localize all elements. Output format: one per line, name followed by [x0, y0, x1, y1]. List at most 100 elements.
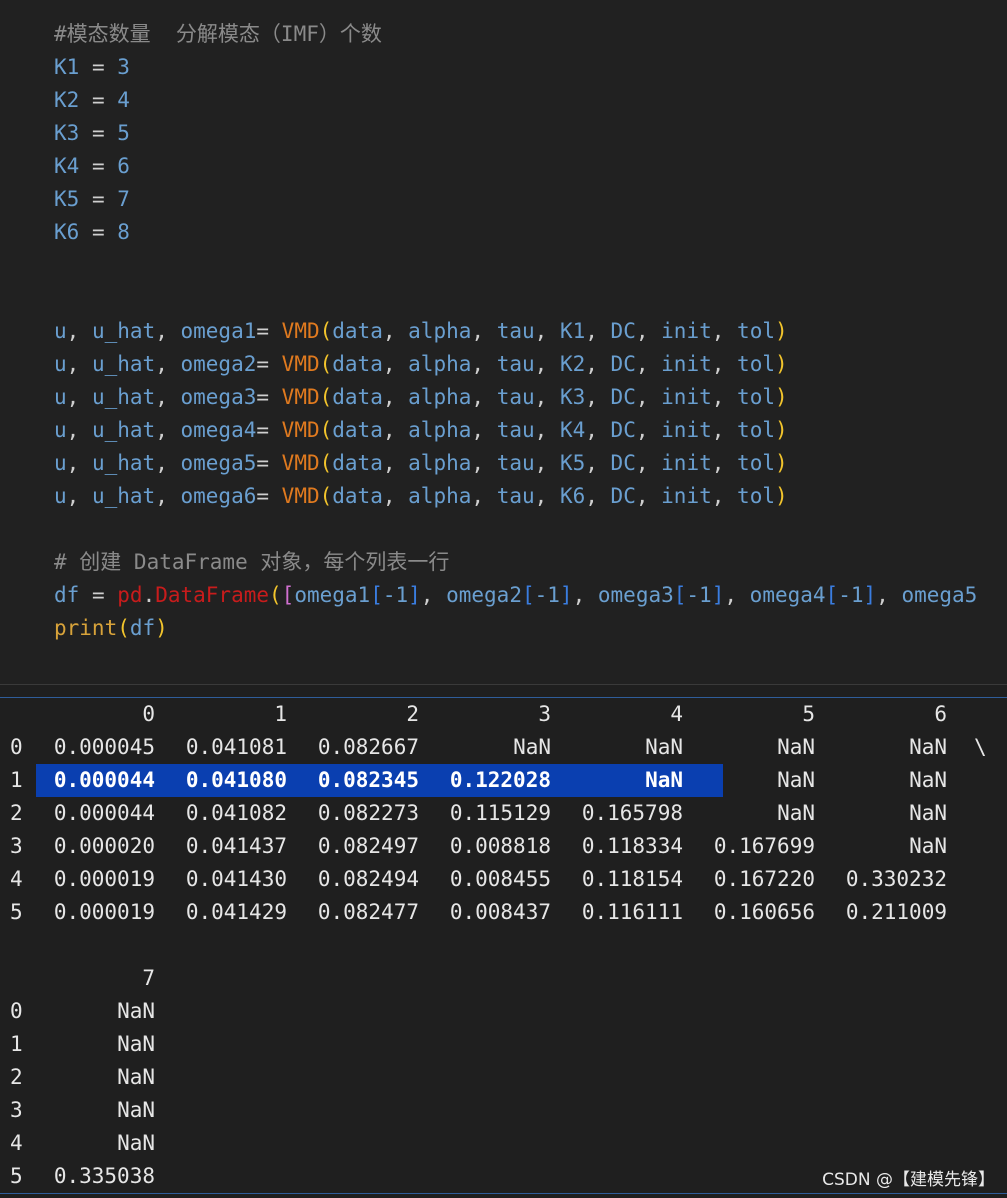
table-cell: 0.041081 [185, 735, 287, 759]
table-cell: NaN [645, 768, 683, 792]
table-cell: NaN [117, 1032, 155, 1056]
column-header: 3 [538, 702, 551, 726]
comma: , [66, 451, 80, 475]
list-item-omega-truncated: omega5 [901, 583, 978, 607]
table-row: 1 NaN [0, 1028, 1007, 1061]
vmd-function: VMD [281, 484, 320, 508]
comma: , [471, 385, 485, 409]
arg-k: K4 [559, 418, 586, 442]
arg-dc: DC [610, 385, 636, 409]
u-var: u [54, 319, 67, 343]
comma: , [876, 583, 889, 607]
vmd-function: VMD [281, 319, 320, 343]
arg-init: init [661, 451, 712, 475]
paren-open: ( [319, 418, 333, 442]
arg-alpha: alpha [408, 418, 472, 442]
arg-k: K5 [559, 451, 586, 475]
comma: , [420, 583, 434, 607]
paren-close: ) [774, 484, 788, 508]
comma: , [66, 484, 80, 508]
column-header: 2 [406, 702, 419, 726]
table-cell: 0.211009 [845, 900, 947, 924]
arg-tau: tau [496, 451, 535, 475]
code-cell[interactable]: #模态数量 分解模态（IMF）个数 K1 = 3 K2 = 4 K3 = 5 K… [0, 0, 1007, 685]
k-value: 8 [117, 220, 130, 244]
assign-op: = [256, 484, 270, 508]
table-row: 4 NaN [0, 1127, 1007, 1160]
table-cell: 0.041437 [185, 834, 287, 858]
table-row: 3 NaN [0, 1094, 1007, 1127]
k-assign-line: K3 = 5 [54, 117, 130, 150]
paren-close: ) [774, 418, 788, 442]
index-close: ] [559, 583, 573, 607]
comma: , [711, 385, 725, 409]
arg-data: data [332, 319, 383, 343]
df-var: df [54, 583, 80, 607]
comma: , [635, 484, 649, 508]
assign-op: = [91, 583, 105, 607]
arg-init: init [661, 319, 712, 343]
column-header: 4 [670, 702, 683, 726]
k-value: 3 [117, 55, 130, 79]
u-var: u [54, 418, 67, 442]
comma: , [585, 385, 598, 409]
vmd-call-line: u, u_hat, omega6= VMD(data, alpha, tau, … [54, 480, 788, 513]
dataframe-items: omega1[-1], omega2[-1], omega3[-1], omeg… [294, 583, 977, 607]
table-cell: NaN [645, 735, 683, 759]
vmd-call-line: u, u_hat, omega1= VMD(data, alpha, tau, … [54, 315, 788, 348]
arg-data: data [332, 484, 383, 508]
table-cell: 0.041429 [185, 900, 287, 924]
table-cell: 0.000020 [53, 834, 155, 858]
u-var: u [54, 352, 67, 376]
table-cell: 0.082477 [317, 900, 419, 924]
vmd-function: VMD [281, 385, 320, 409]
index-value: -1 [838, 583, 864, 607]
table-cell: 0.041080 [185, 768, 287, 792]
arg-data: data [332, 352, 383, 376]
arg-alpha: alpha [408, 319, 472, 343]
comma: , [471, 484, 485, 508]
table-cell: 0.041082 [185, 801, 287, 825]
k-value: 6 [117, 154, 130, 178]
k-assign-line: K4 = 6 [54, 150, 130, 183]
table-row: 0 0.000045 0.041081 0.082667 NaN NaN NaN NaN \ [0, 731, 1007, 764]
table-header-row: 7 [0, 962, 1007, 995]
comma: , [724, 583, 738, 607]
table-cell: 0.000045 [53, 735, 155, 759]
arg-tol: tol [737, 319, 775, 343]
table-cell: 0.008818 [449, 834, 551, 858]
comma: , [585, 451, 598, 475]
comma: , [382, 319, 396, 343]
row-index: 4 [10, 867, 23, 891]
row-index: 0 [10, 999, 23, 1023]
table-cell: 0.082494 [317, 867, 419, 891]
table-cell: NaN [117, 1131, 155, 1155]
vmd-call-line: u, u_hat, omega5= VMD(data, alpha, tau, … [54, 447, 788, 480]
vmd-function: VMD [281, 451, 320, 475]
print-fn: print [54, 616, 118, 640]
index-value: -1 [686, 583, 712, 607]
k-value: 4 [117, 88, 130, 112]
comma: , [471, 319, 485, 343]
k-value: 7 [117, 187, 130, 211]
comma: , [635, 451, 649, 475]
arg-data: data [332, 451, 383, 475]
paren-close: ) [774, 385, 788, 409]
vmd-function: VMD [281, 352, 320, 376]
comma: , [382, 484, 396, 508]
table-cell: 0.000019 [53, 900, 155, 924]
assign-op: = [91, 154, 105, 178]
paren-close: ) [774, 451, 788, 475]
vmd-call-line: u, u_hat, omega2= VMD(data, alpha, tau, … [54, 348, 788, 381]
table-cell: 0.118334 [581, 834, 683, 858]
arg-init: init [661, 484, 712, 508]
u-hat-var: u_hat [91, 484, 156, 508]
comma: , [382, 418, 396, 442]
arg-init: init [661, 352, 712, 376]
line-continuation: \ [974, 735, 987, 759]
assign-op: = [256, 451, 270, 475]
k-var: K3 [54, 121, 80, 145]
comma: , [534, 418, 548, 442]
k-assign-line: K5 = 7 [54, 183, 130, 216]
omega-var: omega3 [180, 385, 257, 409]
